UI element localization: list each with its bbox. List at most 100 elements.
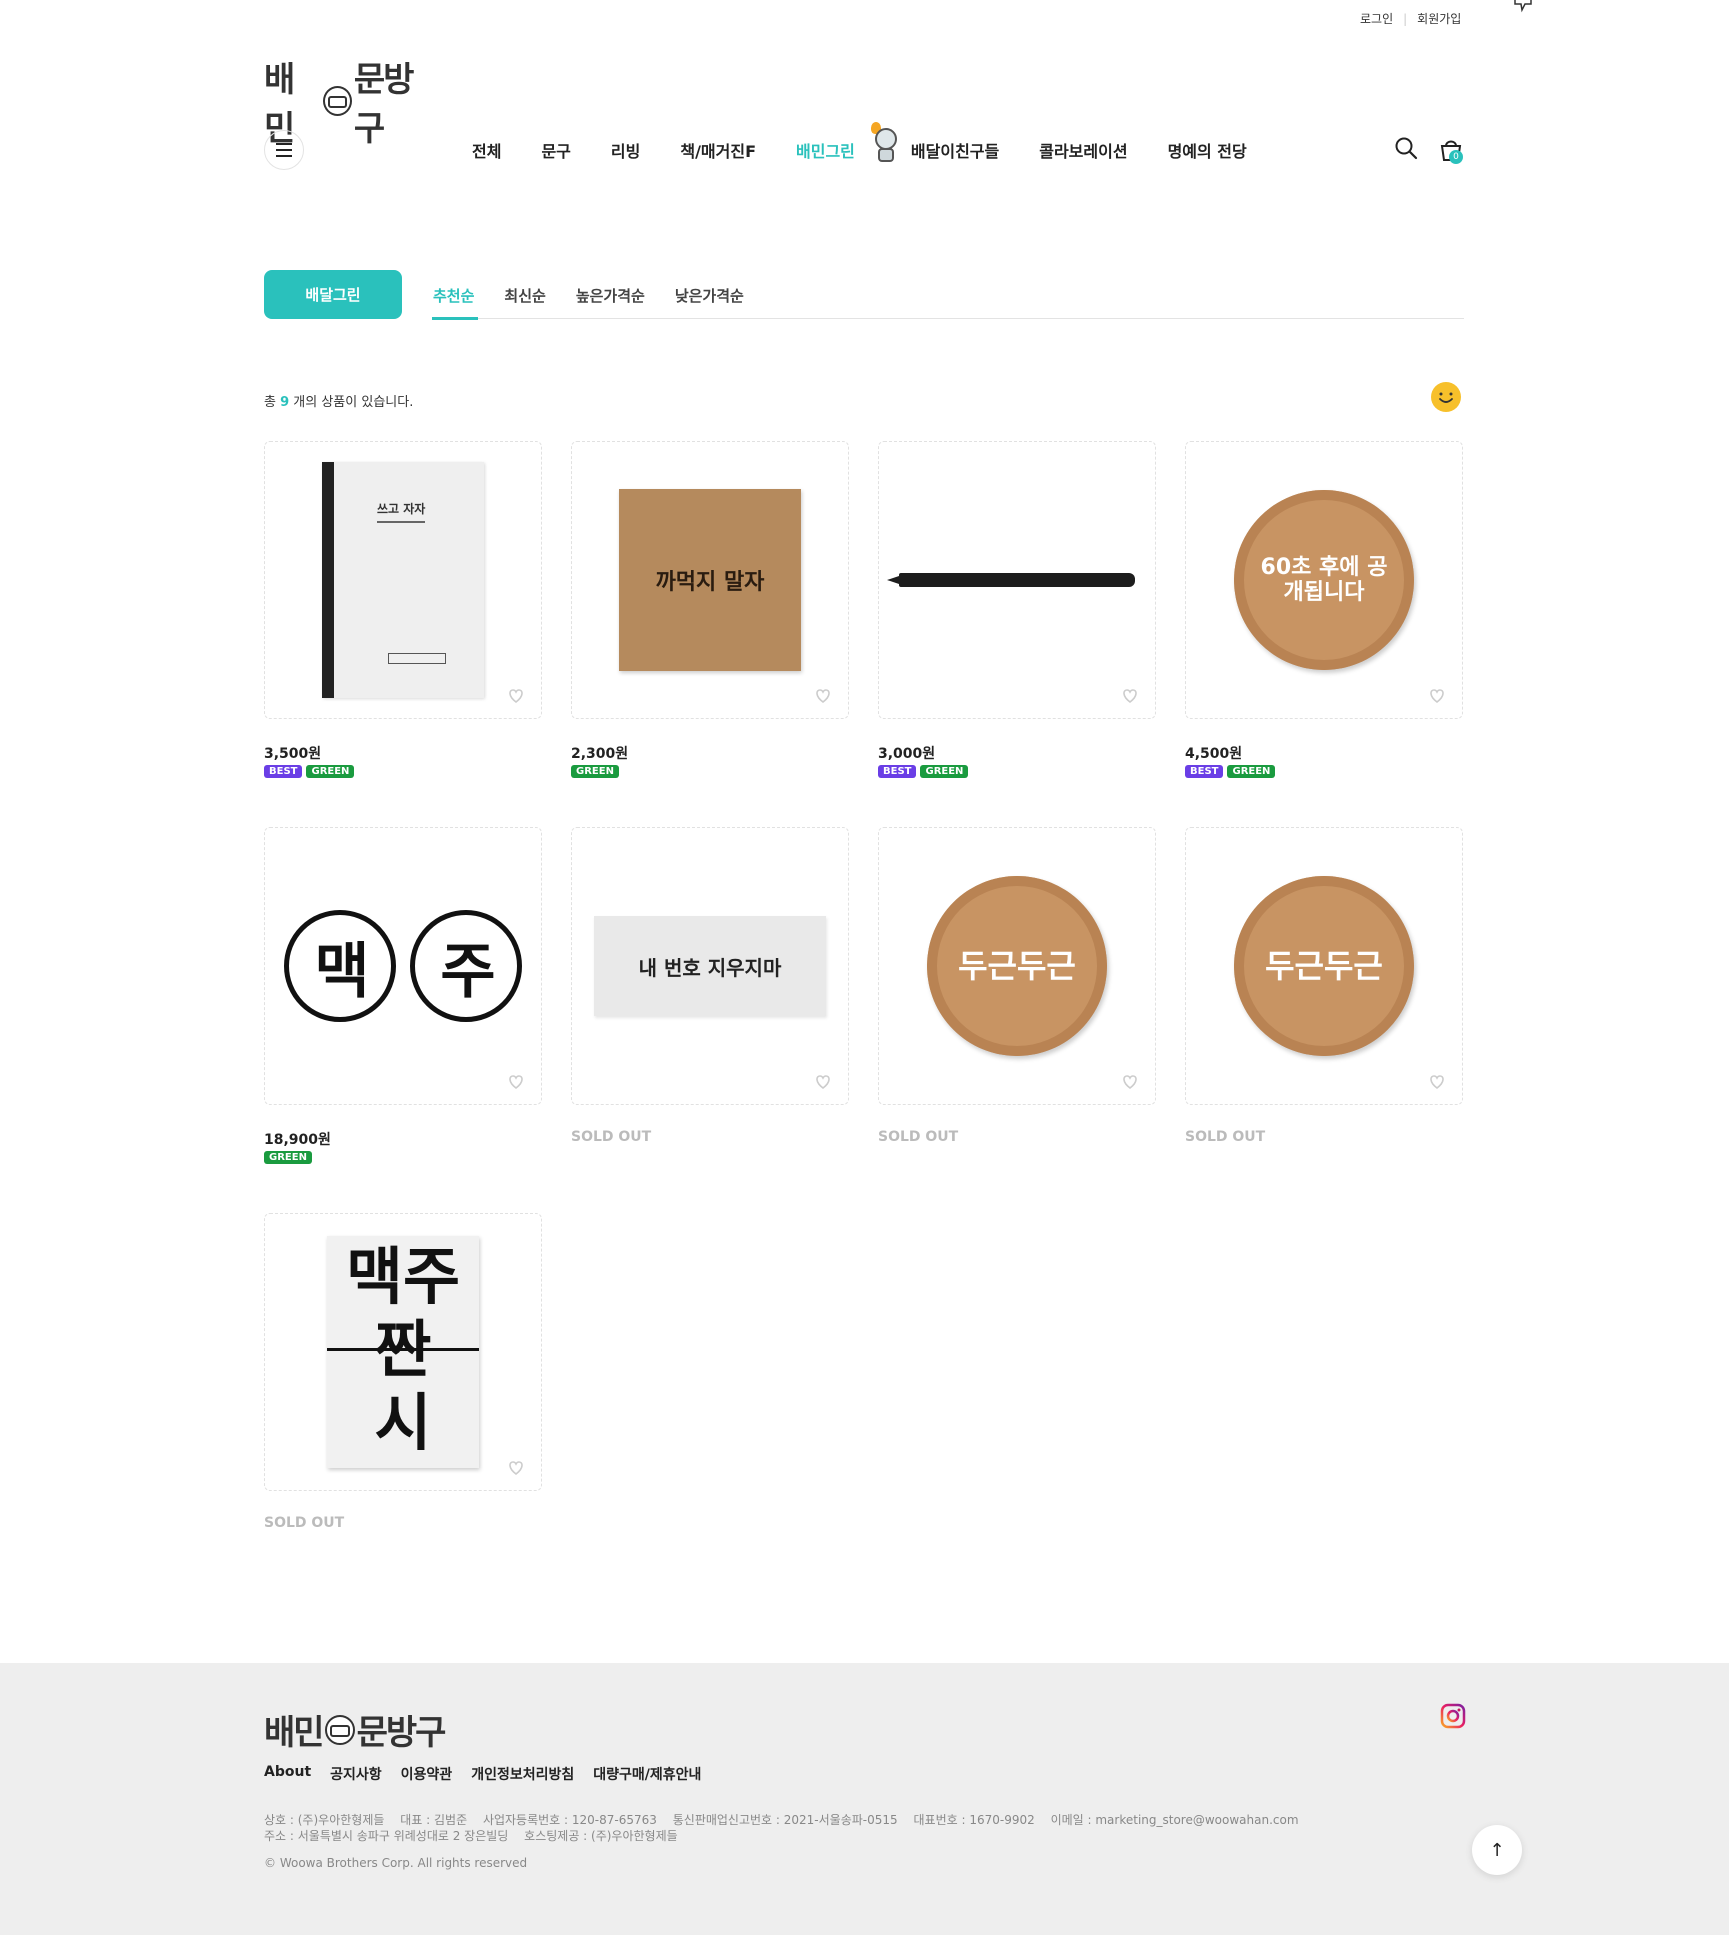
product-image[interactable]: 맥주 짠 시 <box>264 1213 542 1491</box>
instagram-icon[interactable] <box>1440 1703 1466 1729</box>
category-title-button[interactable]: 배달그린 <box>264 270 402 319</box>
heart-icon[interactable] <box>503 1068 529 1094</box>
eraser-illustration: 내 번호 지우지마 <box>594 916 826 1016</box>
logo-mascot-icon <box>324 1714 355 1745</box>
product-card[interactable]: 60초 후에 공개됩니다 4,500원 BEST GREEN <box>1185 441 1463 778</box>
pencil-illustration <box>887 573 1135 587</box>
heart-icon[interactable] <box>1424 682 1450 708</box>
company-info: 상호 : (주)우아한형제들 대표 : 김범준 사업자등록번호 : 120-87… <box>264 1812 1311 1844</box>
product-card[interactable]: 3,000원 BEST GREEN <box>878 441 1156 778</box>
footer-link-about[interactable]: About <box>264 1764 311 1784</box>
green-badge: GREEN <box>920 765 969 778</box>
speech-bubble-icon[interactable] <box>1512 0 1534 14</box>
logo-mascot-icon <box>322 86 352 116</box>
sort-tab-price-high[interactable]: 높은가격순 <box>576 285 645 306</box>
cart-count-badge: 0 <box>1449 150 1463 164</box>
smile-face-icon <box>1431 382 1461 412</box>
mail-order-number: 통신판매업신고번호 : 2021-서울송파-0515 <box>672 1813 898 1827</box>
separator: | <box>1403 11 1408 26</box>
product-card[interactable]: 내 번호 지우지마 SOLD OUT <box>571 827 849 1145</box>
nav-item-baemin-green[interactable]: 배민그린 <box>796 138 855 162</box>
signup-link[interactable]: 회원가입 <box>1417 10 1461 27</box>
sort-active-indicator <box>432 317 478 320</box>
product-image[interactable]: 까먹지 말자 <box>571 441 849 719</box>
scroll-to-top-button[interactable]: ↑ <box>1472 1825 1522 1875</box>
nav-item-hall-of-fame[interactable]: 명예의 전당 <box>1168 138 1247 162</box>
phone: 대표번호 : 1670-9902 <box>913 1813 1035 1827</box>
footer-logo-left: 배민 <box>264 1713 325 1753</box>
product-image[interactable]: 맥 주 <box>264 827 542 1105</box>
box-tape-illustration: 두근두근 <box>1234 876 1414 1056</box>
hamburger-icon <box>276 143 292 157</box>
product-image[interactable]: 두근두근 <box>878 827 1156 1105</box>
main-navigation: 전체 문구 리빙 책/매거진F 배민그린 배달이친구들 콜라보레이션 명예의 전… <box>472 122 1287 162</box>
box-tape-illustration: 60초 후에 공개됩니다 <box>1234 490 1414 670</box>
sold-out-label: SOLD OUT <box>878 1129 959 1145</box>
product-card[interactable]: 쓰고 자자 3,500원 BEST GREEN <box>264 441 542 778</box>
coaster-right: 주 <box>410 910 522 1022</box>
heart-icon[interactable] <box>503 682 529 708</box>
nav-item-books[interactable]: 책/매거진F <box>680 138 756 162</box>
product-image[interactable]: 두근두근 <box>1185 827 1463 1105</box>
company-name: 상호 : (주)우아한형제들 <box>264 1813 385 1827</box>
product-image[interactable]: 60초 후에 공개됩니다 <box>1185 441 1463 719</box>
sort-tab-newest[interactable]: 최신순 <box>504 285 545 306</box>
product-image[interactable]: 내 번호 지우지마 <box>571 827 849 1105</box>
product-card[interactable]: 맥 주 18,900원 GREEN <box>264 827 542 1164</box>
nav-item-all[interactable]: 전체 <box>472 138 501 162</box>
sold-out-label: SOLD OUT <box>571 1129 652 1145</box>
sort-tabs: 추천순 최신순 높은가격순 낮은가격순 <box>433 285 774 306</box>
footer-links: About 공지사항 이용약관 개인정보처리방침 대량구매/제휴안내 <box>264 1764 720 1784</box>
product-image[interactable] <box>878 441 1156 719</box>
footer-link-terms[interactable]: 이용약관 <box>401 1764 453 1784</box>
tape-text: 60초 후에 공개됩니다 <box>1260 554 1388 605</box>
footer-logo-right: 문방구 <box>356 1713 447 1753</box>
login-link[interactable]: 로그인 <box>1360 10 1393 27</box>
memo-pad-illustration: 까먹지 말자 <box>619 489 801 671</box>
heart-icon[interactable] <box>810 1068 836 1094</box>
green-badge: GREEN <box>571 765 619 778</box>
sold-out-label: SOLD OUT <box>264 1515 345 1531</box>
heart-icon[interactable] <box>810 682 836 708</box>
sort-tab-price-low[interactable]: 낮은가격순 <box>675 285 744 306</box>
heart-icon[interactable] <box>1424 1068 1450 1094</box>
heart-icon[interactable] <box>1117 1068 1143 1094</box>
business-number: 사업자등록번호 : 120-87-65763 <box>482 1813 657 1827</box>
astronaut-mascot-icon <box>869 122 903 162</box>
sort-tab-recommended[interactable]: 추천순 <box>433 285 474 306</box>
arrow-up-icon: ↑ <box>1489 1839 1505 1861</box>
search-icon[interactable] <box>1394 136 1418 160</box>
footer-link-bulk[interactable]: 대량구매/제휴안내 <box>593 1764 701 1784</box>
heart-icon[interactable] <box>503 1454 529 1480</box>
sold-out-label: SOLD OUT <box>1185 1129 1266 1145</box>
product-card[interactable]: 맥주 짠 시 SOLD OUT <box>264 1213 542 1531</box>
beer-notebook-illustration: 맥주 짠 시 <box>327 1236 479 1468</box>
email: 이메일 : marketing_store@woowahan.com <box>1050 1813 1299 1827</box>
product-price: 4,500원 <box>1185 746 1243 762</box>
top-utility-links: 로그인 | 회원가입 <box>1360 10 1461 27</box>
heart-icon[interactable] <box>1117 682 1143 708</box>
product-price: 2,300원 <box>571 746 629 762</box>
nav-item-friends[interactable]: 배달이친구들 <box>911 138 999 162</box>
green-badge: GREEN <box>1227 765 1276 778</box>
hamburger-menu-button[interactable] <box>264 130 304 170</box>
product-price: 18,900원 <box>264 1132 331 1148</box>
footer-link-notice[interactable]: 공지사항 <box>330 1764 382 1784</box>
footer-logo[interactable]: 배민 문방구 <box>264 1705 447 1754</box>
nav-item-stationery[interactable]: 문구 <box>541 138 570 162</box>
footer-link-privacy[interactable]: 개인정보처리방침 <box>471 1764 574 1784</box>
product-card[interactable]: 까먹지 말자 2,300원 GREEN <box>571 441 849 778</box>
copyright: © Woowa Brothers Corp. All rights reserv… <box>264 1856 528 1870</box>
coaster-left: 맥 <box>284 910 396 1022</box>
notebook-title: 쓰고 자자 <box>377 500 426 523</box>
product-card[interactable]: 두근두근 SOLD OUT <box>1185 827 1463 1145</box>
nav-item-collaboration[interactable]: 콜라보레이션 <box>1039 138 1127 162</box>
product-image[interactable]: 쓰고 자자 <box>264 441 542 719</box>
product-price: 3,000원 <box>878 746 936 762</box>
tape-text: 두근두근 <box>1265 946 1383 985</box>
nav-item-living[interactable]: 리빙 <box>611 138 640 162</box>
product-price: 3,500원 <box>264 746 322 762</box>
product-count: 총 9 개의 상품이 있습니다. <box>264 391 413 410</box>
product-card[interactable]: 두근두근 SOLD OUT <box>878 827 1156 1145</box>
site-logo[interactable]: 배민 문방구 <box>264 52 439 149</box>
